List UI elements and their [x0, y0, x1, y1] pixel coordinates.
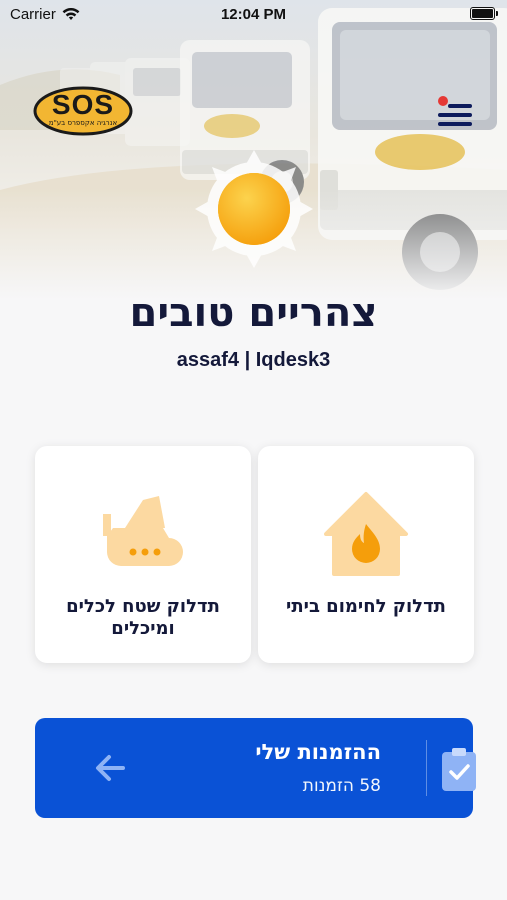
menu-bar-top [448, 104, 472, 108]
menu-bar-bottom [438, 122, 472, 126]
arrow-left-icon [96, 755, 125, 781]
logo-text: SOS [51, 89, 115, 120]
orders-divider [426, 740, 427, 796]
home-heating-label: תדלוק לחימום ביתי [286, 596, 446, 617]
clock: 12:04 PM [220, 6, 287, 23]
user-info: assaf4 | Iqdesk3 [176, 349, 331, 371]
menu-bar-middle [438, 113, 472, 117]
field-fueling-label: תדלוק שטח לכלים ומיכלים [66, 596, 220, 639]
my-orders-title: ההזמנות שלי [255, 740, 381, 764]
home-heating-card[interactable]: תדלוק לחימום ביתי [258, 446, 474, 663]
menu-button[interactable] [436, 96, 472, 128]
orders-count: 58 הזמנות [302, 776, 381, 796]
status-bar: Carrier 12:04 PM [0, 0, 507, 30]
notification-dot [438, 96, 448, 106]
house-fire-icon [324, 492, 408, 576]
my-orders-button[interactable]: ההזמנות שלי 58 הזמנות [35, 718, 476, 818]
field-fueling-card[interactable]: תדלוק שטח לכלים ומיכלים [35, 446, 251, 663]
bulldozer-icon [103, 496, 183, 566]
greeting-title: צהריים טובים [129, 290, 378, 336]
logo-subtitle: אנרגיה אקספרס בע"מ [48, 119, 118, 127]
sos-logo: SOS אנרגיה אקספרס בע"מ [33, 86, 133, 136]
clipboard-check-icon [442, 748, 476, 791]
battery-icon [470, 7, 498, 20]
sun-icon [195, 150, 313, 268]
